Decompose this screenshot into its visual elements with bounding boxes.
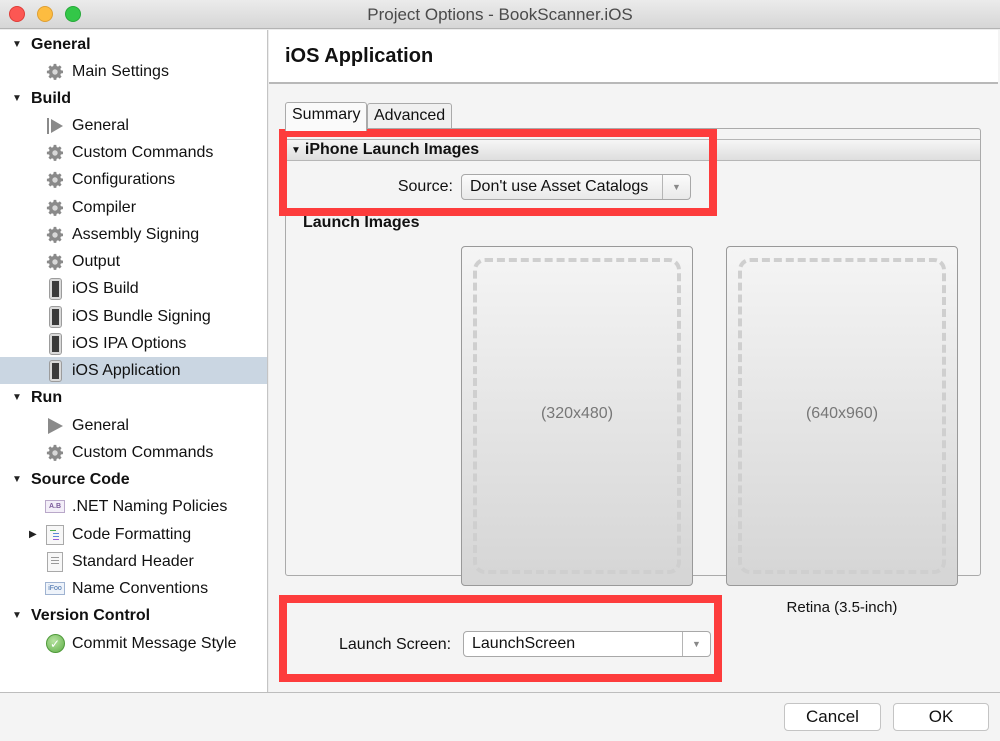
disclosure-expanded-icon[interactable]: ▼ <box>11 392 23 403</box>
disclosure-collapsed-icon[interactable]: ▶ <box>29 529 37 540</box>
sidebar-item-ios-build[interactable]: iOS Build <box>0 275 267 302</box>
checkmark-icon: ✓ <box>45 634 65 654</box>
sidebar-category-version-control[interactable]: ▼ Version Control <box>0 602 267 629</box>
annotation-highlight-launch-screen <box>279 595 722 682</box>
iphone-icon <box>45 332 65 355</box>
sidebar-category-source-code[interactable]: ▼ Source Code <box>0 466 267 493</box>
sidebar-item-compiler[interactable]: Compiler <box>0 194 267 221</box>
naming-policy-icon: A.B <box>45 497 65 517</box>
disclosure-expanded-icon[interactable]: ▼ <box>11 39 23 50</box>
document-icon <box>45 551 65 572</box>
sidebar-item-name-conventions[interactable]: iFoo Name Conventions <box>0 575 267 602</box>
annotation-highlight-source <box>279 129 717 216</box>
launch-images-label: Launch Images <box>303 214 420 231</box>
options-sidebar: ▼ General Main Settings ▼ Build General … <box>0 30 268 692</box>
cancel-button[interactable]: Cancel <box>784 703 881 731</box>
retina-caption: Retina (3.5-inch) <box>786 599 898 616</box>
sidebar-category-general[interactable]: ▼ General <box>0 31 267 58</box>
image-dimensions-label: (640x960) <box>805 405 879 422</box>
gear-icon <box>45 252 65 272</box>
page-title: iOS Application <box>285 45 434 67</box>
title-bar: Project Options - BookScanner.iOS <box>0 0 1000 29</box>
name-convention-icon: iFoo <box>45 579 65 599</box>
iphone-icon <box>45 359 65 382</box>
dialog-footer: Cancel OK <box>0 692 1000 741</box>
disclosure-expanded-icon[interactable]: ▼ <box>11 474 23 485</box>
ok-button[interactable]: OK <box>893 703 989 731</box>
gear-icon <box>45 62 65 82</box>
sidebar-category-run[interactable]: ▼ Run <box>0 384 267 411</box>
gear-icon <box>45 198 65 218</box>
image-dimensions-label: (320x480) <box>540 405 614 422</box>
sidebar-item-run-custom-commands[interactable]: Custom Commands <box>0 439 267 466</box>
play-icon <box>45 416 65 436</box>
disclosure-expanded-icon[interactable]: ▼ <box>11 610 23 621</box>
gear-icon <box>45 143 65 163</box>
sidebar-item-main-settings[interactable]: Main Settings <box>0 58 267 85</box>
sidebar-item-commit-message-style[interactable]: ✓ Commit Message Style <box>0 630 267 657</box>
iphone-icon <box>45 277 65 300</box>
disclosure-expanded-icon[interactable]: ▼ <box>11 93 23 104</box>
iphone-icon <box>45 305 65 328</box>
sidebar-item-build-general[interactable]: General <box>0 112 267 139</box>
gear-icon <box>45 225 65 245</box>
build-play-icon <box>45 116 65 136</box>
page-header: iOS Application <box>269 30 998 84</box>
sidebar-item-output[interactable]: Output <box>0 248 267 275</box>
sidebar-item-net-naming-policies[interactable]: A.B .NET Naming Policies <box>0 493 267 520</box>
sidebar-item-configurations[interactable]: Configurations <box>0 166 267 193</box>
launch-image-well-640x960[interactable]: (640x960) <box>726 246 958 586</box>
gear-icon <box>45 170 65 190</box>
tab-advanced[interactable]: Advanced <box>367 103 453 129</box>
sidebar-item-run-general[interactable]: General <box>0 412 267 439</box>
code-format-icon <box>45 524 65 545</box>
window-title: Project Options - BookScanner.iOS <box>367 5 633 24</box>
launch-image-well-320x480[interactable]: (320x480) <box>461 246 693 586</box>
sidebar-item-ios-bundle-signing[interactable]: iOS Bundle Signing <box>0 303 267 330</box>
sidebar-item-standard-header[interactable]: Standard Header <box>0 548 267 575</box>
sidebar-category-build[interactable]: ▼ Build <box>0 85 267 112</box>
sidebar-item-ios-ipa-options[interactable]: iOS IPA Options <box>0 330 267 357</box>
sidebar-item-code-formatting[interactable]: ▶ Code Formatting <box>0 521 267 548</box>
sidebar-item-assembly-signing[interactable]: Assembly Signing <box>0 221 267 248</box>
sidebar-item-ios-application[interactable]: iOS Application <box>0 357 267 384</box>
tab-summary[interactable]: Summary <box>285 102 368 131</box>
gear-icon <box>45 443 65 463</box>
sidebar-item-build-custom-commands[interactable]: Custom Commands <box>0 139 267 166</box>
